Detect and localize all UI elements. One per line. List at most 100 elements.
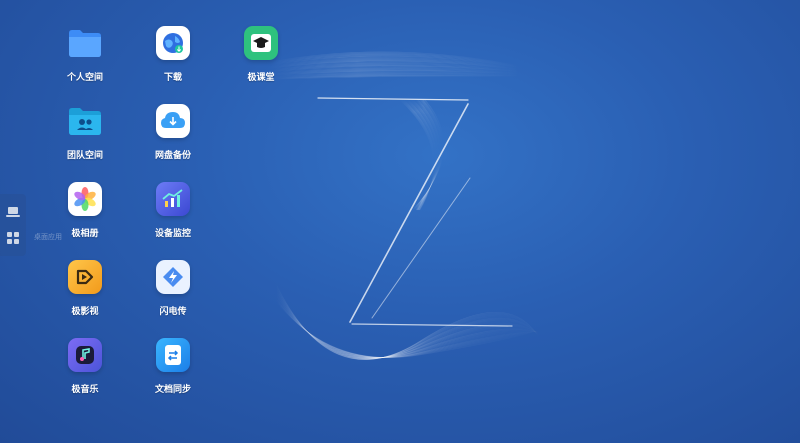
- wave-strand: [269, 58, 521, 70]
- wave-strand: [403, 99, 435, 211]
- wave-strand: [274, 294, 541, 358]
- folder-icon: [68, 26, 102, 60]
- wave-strand: [274, 286, 541, 359]
- laptop-icon[interactable]: [5, 204, 21, 220]
- grid-apps-icon[interactable]: [5, 230, 21, 246]
- wave-strand: [269, 73, 521, 78]
- wave-strand: [409, 99, 437, 211]
- wave-strand: [274, 296, 541, 358]
- wallpaper-z-art: [269, 51, 541, 360]
- download-globe-icon: [156, 26, 190, 60]
- desktop-icon-music[interactable]: 极音乐: [50, 338, 120, 404]
- wave-strand: [269, 57, 521, 69]
- cloud-backup-icon: [156, 104, 190, 138]
- photos-icon: [68, 182, 102, 216]
- wave-strand: [274, 294, 541, 358]
- wave-strand: [269, 65, 521, 73]
- wave-strand: [269, 74, 521, 79]
- wave-strand: [269, 68, 521, 75]
- icon-label: 极相册: [71, 229, 99, 239]
- wave-strand: [405, 99, 436, 211]
- desktop-icon-device-monitor[interactable]: 设备监控: [138, 182, 208, 248]
- wave-strand: [414, 99, 441, 211]
- wave-strand: [410, 99, 438, 211]
- wave-strand: [274, 297, 541, 358]
- wave-strand: [274, 291, 541, 359]
- desktop-icon-video[interactable]: 极影视: [50, 260, 120, 326]
- wave-strand: [274, 287, 541, 359]
- graduation-cap-icon: [244, 26, 278, 60]
- wave-strand: [269, 75, 521, 80]
- wave-strand: [269, 61, 521, 71]
- wave-strand: [414, 99, 441, 211]
- desktop-icon-flash-transfer[interactable]: 闪电传: [138, 260, 208, 326]
- dock-tooltip: 桌面应用: [34, 233, 62, 241]
- wave-strand: [269, 69, 521, 75]
- wave-strand: [404, 99, 436, 211]
- music-icon: [68, 338, 102, 372]
- icon-label: 极课堂: [247, 73, 275, 83]
- wave-strand: [274, 299, 541, 358]
- desktop-icon-cloud-backup[interactable]: 网盘备份: [138, 104, 208, 170]
- desktop-icon-personal-space[interactable]: 个人空间: [50, 26, 120, 92]
- wave-strand: [274, 298, 541, 358]
- wave-strand: [269, 55, 521, 68]
- wave-strand: [274, 285, 541, 359]
- team-folder-icon: [68, 104, 102, 138]
- wave-strand: [274, 293, 541, 358]
- wave-strand: [274, 292, 541, 358]
- wave-strand: [269, 64, 521, 72]
- wave-strand: [400, 99, 435, 211]
- wave-strand: [269, 52, 521, 67]
- wave-strand: [269, 51, 521, 67]
- icon-label: 文档同步: [154, 385, 191, 395]
- wave-strand: [274, 295, 541, 358]
- wave-strand: [269, 53, 521, 68]
- wave-strand: [414, 99, 439, 211]
- desktop-icon-team-space[interactable]: 团队空间: [50, 104, 120, 170]
- icon-label: 极音乐: [71, 385, 99, 395]
- wave-strand: [274, 281, 541, 360]
- wave-strand: [269, 70, 521, 76]
- wave-strand: [413, 99, 442, 211]
- icon-label: 闪电传: [159, 307, 187, 317]
- icon-label: 个人空间: [66, 73, 103, 83]
- wave-strand: [399, 99, 434, 211]
- wave-strand: [413, 99, 442, 211]
- monitor-chart-icon: [156, 182, 190, 216]
- wave-strand: [269, 63, 521, 72]
- icon-label: 设备监控: [154, 229, 191, 239]
- wave-strand: [412, 99, 443, 211]
- wave-strand: [411, 99, 438, 211]
- wave-strand: [269, 72, 521, 77]
- icon-label: 团队空间: [66, 151, 103, 161]
- icon-label: 网盘备份: [154, 151, 191, 161]
- wave-strand: [269, 62, 521, 71]
- wave-strand: [269, 66, 521, 73]
- wave-strand: [274, 290, 541, 359]
- desktop-icon-download[interactable]: 下载: [138, 26, 208, 92]
- wave-strand: [406, 99, 437, 211]
- wave-strand: [274, 288, 541, 359]
- video-icon: [68, 260, 102, 294]
- lightning-transfer-icon: [156, 260, 190, 294]
- wave-strand: [274, 283, 541, 360]
- wave-strand: [269, 59, 521, 70]
- wave-strand: [274, 285, 541, 360]
- wave-strand: [274, 299, 541, 358]
- icon-label: 极影视: [71, 307, 99, 317]
- wave-strand: [412, 99, 444, 211]
- wave-strand: [269, 74, 521, 80]
- wave-strand: [402, 99, 435, 211]
- desktop-icon-classroom[interactable]: 极课堂: [226, 26, 296, 92]
- wave-strand: [274, 289, 541, 359]
- wave-strand: [274, 283, 541, 360]
- wave-strand: [414, 99, 440, 211]
- doc-sync-icon: [156, 338, 190, 372]
- wave-strand: [274, 295, 541, 358]
- icon-label: 下载: [163, 73, 182, 83]
- wave-strand: [274, 292, 541, 359]
- wave-strand: [274, 282, 541, 360]
- desktop-icon-doc-sync[interactable]: 文档同步: [138, 338, 208, 404]
- wave-strand: [269, 60, 521, 71]
